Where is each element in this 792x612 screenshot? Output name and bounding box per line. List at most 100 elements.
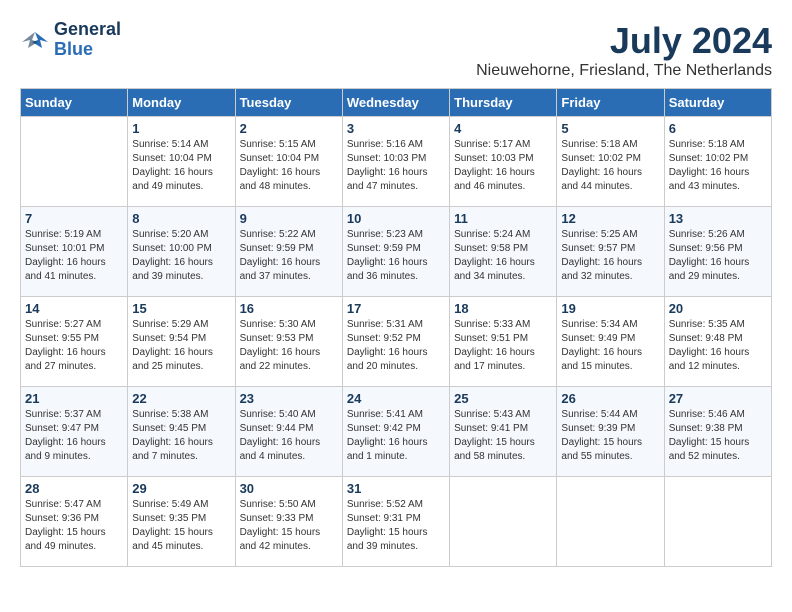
day-info: Sunrise: 5:47 AM Sunset: 9:36 PM Dayligh… <box>25 498 123 554</box>
calendar-day-cell: 19 Sunrise: 5:34 AM Sunset: 9:49 PM Dayli… <box>557 297 664 387</box>
day-info: Sunrise: 5:31 AM Sunset: 9:52 PM Dayligh… <box>347 318 445 374</box>
weekday-header: Friday <box>557 89 664 117</box>
calendar-day-cell: 17 Sunrise: 5:31 AM Sunset: 9:52 PM Dayli… <box>342 297 449 387</box>
calendar-week-row: 14Sunrise: 5:27 AM Sunset: 9:55 PM Dayli… <box>21 297 772 387</box>
calendar-day-cell: 10Sunrise: 5:23 AM Sunset: 9:59 PM Dayli… <box>342 207 449 297</box>
calendar-day-cell: 14Sunrise: 5:27 AM Sunset: 9:55 PM Dayli… <box>21 297 128 387</box>
day-info: Sunrise: 5:33 AM Sunset: 9:51 PM Dayligh… <box>454 318 552 374</box>
calendar-day-cell: 8 Sunrise: 5:20 AM Sunset: 10:00 PM Dayli… <box>128 207 235 297</box>
day-info: Sunrise: 5:37 AM Sunset: 9:47 PM Dayligh… <box>25 408 123 464</box>
calendar-day-cell: 27Sunrise: 5:46 AM Sunset: 9:38 PM Dayli… <box>664 387 771 477</box>
day-info: Sunrise: 5:49 AM Sunset: 9:35 PM Dayligh… <box>132 498 230 554</box>
calendar-table: SundayMondayTuesdayWednesdayThursdayFrid… <box>20 88 772 567</box>
day-info: Sunrise: 5:43 AM Sunset: 9:41 PM Dayligh… <box>454 408 552 464</box>
day-info: Sunrise: 5:44 AM Sunset: 9:39 PM Dayligh… <box>561 408 659 464</box>
day-number: 18 <box>454 301 552 316</box>
calendar-day-cell: 21 Sunrise: 5:37 AM Sunset: 9:47 PM Dayli… <box>21 387 128 477</box>
logo-icon <box>20 28 50 52</box>
day-number: 9 <box>240 211 338 226</box>
day-info: Sunrise: 5:20 AM Sunset: 10:00 PM Daylig… <box>132 228 230 284</box>
calendar-day-cell: 23 Sunrise: 5:40 AM Sunset: 9:44 PM Dayli… <box>235 387 342 477</box>
day-info: Sunrise: 5:17 AM Sunset: 10:03 PM Daylig… <box>454 138 552 194</box>
day-number: 24 <box>347 391 445 406</box>
day-number: 5 <box>561 121 659 136</box>
day-info: Sunrise: 5:35 AM Sunset: 9:48 PM Dayligh… <box>669 318 767 374</box>
day-info: Sunrise: 5:52 AM Sunset: 9:31 PM Dayligh… <box>347 498 445 554</box>
calendar-day-cell: 12Sunrise: 5:25 AM Sunset: 9:57 PM Dayli… <box>557 207 664 297</box>
day-number: 20 <box>669 301 767 316</box>
day-number: 8 <box>132 211 230 226</box>
calendar-week-row: 21 Sunrise: 5:37 AM Sunset: 9:47 PM Dayli… <box>21 387 772 477</box>
calendar-day-cell <box>557 477 664 567</box>
calendar-day-cell: 11 Sunrise: 5:24 AM Sunset: 9:58 PM Dayli… <box>450 207 557 297</box>
calendar-week-row: 1Sunrise: 5:14 AM Sunset: 10:04 PM Dayli… <box>21 117 772 207</box>
day-number: 15 <box>132 301 230 316</box>
weekday-header: Monday <box>128 89 235 117</box>
day-info: Sunrise: 5:34 AM Sunset: 9:49 PM Dayligh… <box>561 318 659 374</box>
calendar-day-cell: 6Sunrise: 5:18 AM Sunset: 10:02 PM Dayli… <box>664 117 771 207</box>
day-number: 30 <box>240 481 338 496</box>
day-number: 26 <box>561 391 659 406</box>
day-number: 12 <box>561 211 659 226</box>
calendar-week-row: 28 Sunrise: 5:47 AM Sunset: 9:36 PM Dayli… <box>21 477 772 567</box>
day-info: Sunrise: 5:19 AM Sunset: 10:01 PM Daylig… <box>25 228 123 284</box>
calendar-day-cell: 2Sunrise: 5:15 AM Sunset: 10:04 PM Dayli… <box>235 117 342 207</box>
day-info: Sunrise: 5:40 AM Sunset: 9:44 PM Dayligh… <box>240 408 338 464</box>
day-number: 19 <box>561 301 659 316</box>
calendar-day-cell: 7 Sunrise: 5:19 AM Sunset: 10:01 PM Dayli… <box>21 207 128 297</box>
calendar-day-cell: 31 Sunrise: 5:52 AM Sunset: 9:31 PM Dayli… <box>342 477 449 567</box>
day-info: Sunrise: 5:46 AM Sunset: 9:38 PM Dayligh… <box>669 408 767 464</box>
month-title: July 2024 <box>476 20 772 62</box>
day-number: 21 <box>25 391 123 406</box>
day-info: Sunrise: 5:50 AM Sunset: 9:33 PM Dayligh… <box>240 498 338 554</box>
day-info: Sunrise: 5:29 AM Sunset: 9:54 PM Dayligh… <box>132 318 230 374</box>
weekday-header: Saturday <box>664 89 771 117</box>
day-info: Sunrise: 5:41 AM Sunset: 9:42 PM Dayligh… <box>347 408 445 464</box>
day-info: Sunrise: 5:18 AM Sunset: 10:02 PM Daylig… <box>561 138 659 194</box>
day-number: 7 <box>25 211 123 226</box>
calendar-day-cell: 26 Sunrise: 5:44 AM Sunset: 9:39 PM Dayli… <box>557 387 664 477</box>
day-number: 22 <box>132 391 230 406</box>
day-number: 29 <box>132 481 230 496</box>
calendar-day-cell: 18 Sunrise: 5:33 AM Sunset: 9:51 PM Dayli… <box>450 297 557 387</box>
day-info: Sunrise: 5:23 AM Sunset: 9:59 PM Dayligh… <box>347 228 445 284</box>
calendar-day-cell: 30 Sunrise: 5:50 AM Sunset: 9:33 PM Dayli… <box>235 477 342 567</box>
day-number: 23 <box>240 391 338 406</box>
day-info: Sunrise: 5:27 AM Sunset: 9:55 PM Dayligh… <box>25 318 123 374</box>
calendar-day-cell: 9 Sunrise: 5:22 AM Sunset: 9:59 PM Daylig… <box>235 207 342 297</box>
logo: General Blue <box>20 20 121 60</box>
day-number: 31 <box>347 481 445 496</box>
day-number: 3 <box>347 121 445 136</box>
day-number: 28 <box>25 481 123 496</box>
day-info: Sunrise: 5:26 AM Sunset: 9:56 PM Dayligh… <box>669 228 767 284</box>
calendar-week-row: 7 Sunrise: 5:19 AM Sunset: 10:01 PM Dayli… <box>21 207 772 297</box>
day-number: 11 <box>454 211 552 226</box>
calendar-day-cell <box>664 477 771 567</box>
calendar-day-cell: 20 Sunrise: 5:35 AM Sunset: 9:48 PM Dayli… <box>664 297 771 387</box>
calendar-day-cell: 5 Sunrise: 5:18 AM Sunset: 10:02 PM Dayli… <box>557 117 664 207</box>
day-number: 17 <box>347 301 445 316</box>
calendar-day-cell <box>450 477 557 567</box>
weekday-header: Thursday <box>450 89 557 117</box>
calendar-day-cell: 28 Sunrise: 5:47 AM Sunset: 9:36 PM Dayli… <box>21 477 128 567</box>
logo-text: General Blue <box>54 20 121 60</box>
day-info: Sunrise: 5:16 AM Sunset: 10:03 PM Daylig… <box>347 138 445 194</box>
day-number: 1 <box>132 121 230 136</box>
calendar-day-cell: 25Sunrise: 5:43 AM Sunset: 9:41 PM Dayli… <box>450 387 557 477</box>
calendar-day-cell: 3 Sunrise: 5:16 AM Sunset: 10:03 PM Dayli… <box>342 117 449 207</box>
day-number: 13 <box>669 211 767 226</box>
location: Nieuwehorne, Friesland, The Netherlands <box>476 62 772 80</box>
calendar-header-row: SundayMondayTuesdayWednesdayThursdayFrid… <box>21 89 772 117</box>
weekday-header: Tuesday <box>235 89 342 117</box>
calendar-day-cell: 24 Sunrise: 5:41 AM Sunset: 9:42 PM Dayli… <box>342 387 449 477</box>
day-info: Sunrise: 5:24 AM Sunset: 9:58 PM Dayligh… <box>454 228 552 284</box>
day-info: Sunrise: 5:22 AM Sunset: 9:59 PM Dayligh… <box>240 228 338 284</box>
day-info: Sunrise: 5:18 AM Sunset: 10:02 PM Daylig… <box>669 138 767 194</box>
page-header: General Blue July 2024 Nieuwehorne, Frie… <box>20 20 772 80</box>
calendar-day-cell: 22 Sunrise: 5:38 AM Sunset: 9:45 PM Dayli… <box>128 387 235 477</box>
weekday-header: Sunday <box>21 89 128 117</box>
calendar-day-cell: 13 Sunrise: 5:26 AM Sunset: 9:56 PM Dayli… <box>664 207 771 297</box>
calendar-day-cell <box>21 117 128 207</box>
calendar-day-cell: 1Sunrise: 5:14 AM Sunset: 10:04 PM Dayli… <box>128 117 235 207</box>
day-info: Sunrise: 5:38 AM Sunset: 9:45 PM Dayligh… <box>132 408 230 464</box>
